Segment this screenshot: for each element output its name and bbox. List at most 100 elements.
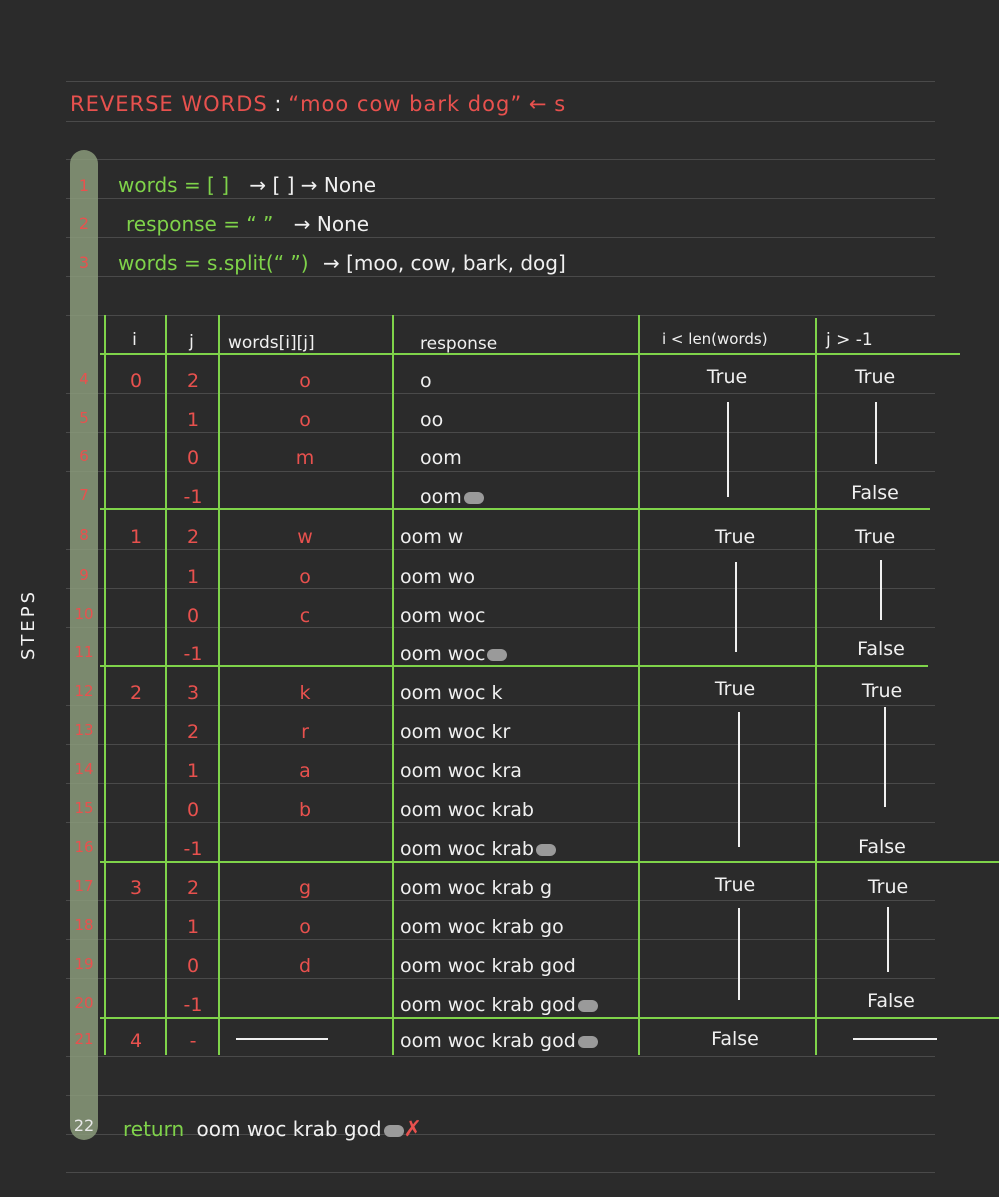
cell-j: 2 (186, 877, 200, 899)
cell-j: 2 (186, 721, 200, 743)
space-dot (463, 491, 484, 504)
cell-j: 3 (186, 682, 200, 704)
bool-cell: True (706, 366, 748, 388)
cell-response: oom woc krab go (400, 916, 564, 938)
return-kw: return (123, 1117, 185, 1141)
return-line: return oom woc krab god ✗ (123, 1117, 422, 1142)
cell-char: r (301, 721, 309, 743)
continuation-bracket (884, 707, 886, 807)
cell-char: w (297, 526, 313, 548)
bool-cell: True (854, 526, 896, 548)
cell-j: 1 (186, 760, 200, 782)
cell-char: o (299, 409, 311, 431)
code-rest: → [ ] → None (249, 173, 377, 197)
rule (66, 705, 935, 706)
cell-j: 2 (186, 370, 200, 392)
line-number: 15 (74, 799, 94, 817)
cell-response: oom woc krab (400, 799, 534, 821)
cell-char: o (299, 916, 311, 938)
cell-j: 0 (186, 605, 200, 627)
line-number: 22 (73, 1116, 95, 1135)
rule (66, 393, 935, 394)
cell-i: 3 (129, 877, 143, 899)
cell-response: oom woc kra (400, 760, 522, 782)
rule (66, 237, 935, 238)
cell-response: oom woc krab god (400, 994, 598, 1016)
cell-response: oom wo (400, 566, 475, 588)
title-label: REVERSE WORDS (70, 92, 268, 116)
rule (66, 939, 935, 940)
cell-response: oom woc (400, 643, 508, 665)
cell-j: -1 (183, 838, 203, 860)
rule (66, 315, 935, 316)
bool-cell: False (867, 990, 915, 1012)
space-dot (383, 1124, 404, 1137)
rule (66, 1056, 935, 1057)
cell-j: 1 (186, 916, 200, 938)
code-line: response = “ ” → None (126, 212, 369, 236)
line-number: 9 (79, 566, 89, 584)
rule (66, 81, 935, 82)
rule (66, 549, 935, 550)
cell-j: 1 (186, 409, 200, 431)
space-dot (577, 999, 598, 1012)
response-text: oom woc krab god (400, 994, 576, 1016)
cell-j: - (189, 1030, 197, 1052)
rule (66, 1172, 935, 1173)
cell-response: oom woc (400, 605, 486, 627)
cell-j: -1 (183, 994, 203, 1016)
bool-cell: False (851, 482, 899, 504)
rule (66, 744, 935, 745)
cell-response: oo (420, 409, 444, 431)
line-number: 11 (74, 643, 94, 661)
line-number: 13 (74, 721, 94, 739)
grid-line (100, 353, 960, 355)
cell-response: o (420, 370, 432, 392)
code-kw: words = [ ] (118, 173, 230, 197)
rule (66, 1095, 935, 1096)
line-number: 7 (79, 486, 89, 504)
line-number: 18 (74, 916, 94, 934)
rule (66, 627, 935, 628)
cell-response: oom (420, 486, 484, 508)
line-number: 12 (74, 682, 94, 700)
grid-line (100, 861, 999, 863)
rule (66, 822, 935, 823)
rule (66, 159, 935, 160)
steps-label: STEPS (18, 588, 39, 660)
rule (66, 900, 935, 901)
rule (66, 276, 935, 277)
header-i: i (132, 330, 137, 350)
rule (66, 471, 935, 472)
return-value: oom woc krab god (196, 1117, 382, 1141)
bool-cell: True (854, 366, 896, 388)
rule (66, 588, 935, 589)
cell-j: 0 (186, 799, 200, 821)
continuation-bracket (738, 908, 740, 1000)
cell-response: oom w (400, 526, 464, 548)
cell-response: oom woc krab g (400, 877, 553, 899)
cell-j: 0 (186, 447, 200, 469)
bool-cell: False (858, 836, 906, 858)
line-number: 17 (74, 877, 94, 895)
cell-i: 4 (129, 1030, 143, 1052)
cell-char: d (298, 955, 312, 977)
cell-response: oom woc krab god (400, 955, 576, 977)
cell-j: 0 (186, 955, 200, 977)
continuation-bracket (735, 562, 737, 652)
header-j: j (189, 332, 194, 352)
bool-cell: True (714, 678, 756, 700)
cross-mark-icon: ✗ (403, 1117, 422, 1142)
cell-j: 1 (186, 566, 200, 588)
line-number: 10 (74, 605, 94, 623)
bool-cell: True (861, 680, 903, 702)
line-number: 3 (78, 253, 90, 272)
grid-line (100, 665, 928, 667)
cell-response: oom woc krab (400, 838, 556, 860)
cell-i: 2 (129, 682, 143, 704)
rule (66, 432, 935, 433)
cell-response: oom woc kr (400, 721, 511, 743)
space-dot (487, 648, 508, 661)
cell-char: o (299, 566, 311, 588)
cell-char: g (298, 877, 312, 899)
